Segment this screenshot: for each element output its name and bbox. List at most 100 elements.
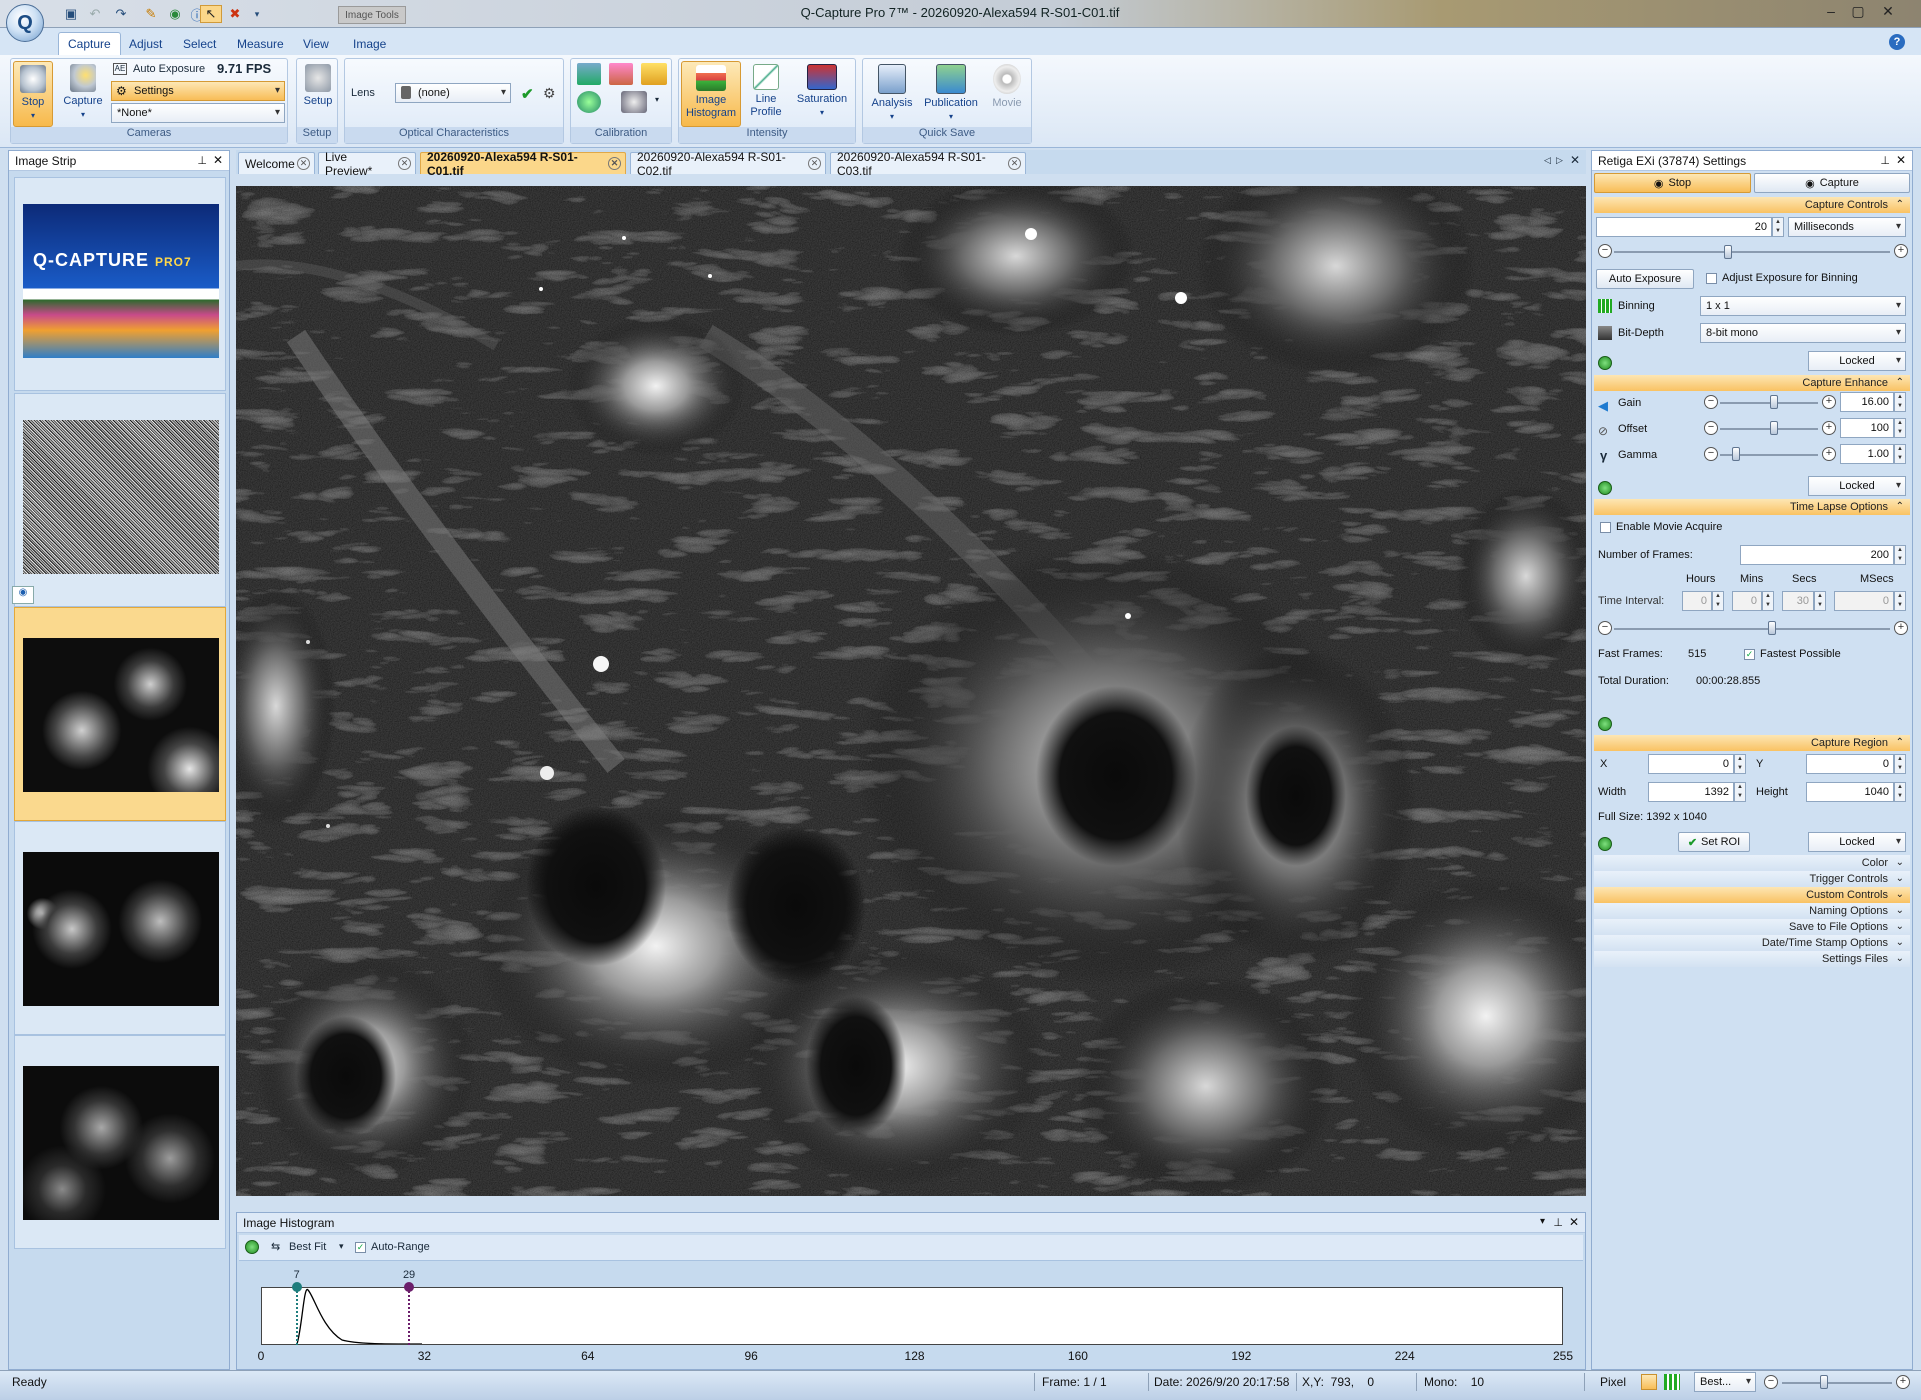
hours-spinner[interactable]: ▲ ▼ <box>1712 591 1724 611</box>
calibration-camera-icon[interactable] <box>621 91 647 113</box>
offset-increase-icon[interactable]: + <box>1822 421 1836 435</box>
hours-input[interactable]: 0 <box>1682 591 1712 611</box>
exposure-slider-track[interactable] <box>1614 251 1890 253</box>
pointer-icon[interactable]: ↖ <box>200 5 222 23</box>
tab-scroll-right-icon[interactable]: ▷ <box>1556 155 1563 166</box>
zoom-in-icon[interactable]: + <box>1896 1375 1910 1389</box>
section-capture-controls[interactable]: Capture Controls ⌃ <box>1594 197 1910 213</box>
save-icon[interactable]: ▣ <box>60 5 82 23</box>
high-marker-line[interactable] <box>408 1287 411 1345</box>
offset-slider-track[interactable] <box>1720 428 1818 430</box>
publication-button[interactable]: Publication ▾ <box>919 64 983 123</box>
section-time-lapse[interactable]: Time Lapse Options ⌃ <box>1594 499 1910 515</box>
exposure-spinner[interactable]: ▲ ▼ <box>1772 217 1784 237</box>
roi-width-spinner[interactable]: ▲ ▼ <box>1734 782 1746 802</box>
setup-button[interactable]: Setup <box>299 64 337 108</box>
thumbnail-live-preview[interactable]: ◉ <box>12 393 226 607</box>
section-trigger-controls[interactable]: Trigger Controls ⌄ <box>1594 871 1910 887</box>
region-locked-dropdown[interactable]: Locked <box>1808 832 1906 852</box>
gamma-input[interactable]: 1.00 <box>1840 444 1894 464</box>
roi-x-input[interactable]: 0 <box>1648 754 1734 774</box>
gamma-increase-icon[interactable]: + <box>1822 447 1836 461</box>
reset-controls-icon[interactable] <box>1598 356 1612 370</box>
customize-toolbar-icon[interactable]: ▾ <box>246 5 268 23</box>
roi-x-spinner[interactable]: ▲ ▼ <box>1734 754 1746 774</box>
image-histogram-button[interactable]: Image Histogram <box>681 61 741 127</box>
reset-region-icon[interactable] <box>1598 837 1612 851</box>
auto-exposure-button[interactable]: Auto Exposure <box>133 63 205 75</box>
lens-dropdown[interactable]: (none) <box>395 83 511 103</box>
doc-tab-c02[interactable]: 20260920-Alexa594 R-S01-C02.tif ✕ <box>630 150 826 178</box>
settings-capture-button[interactable]: ◉ Capture <box>1754 173 1910 193</box>
camera-icon[interactable]: ◉ <box>164 5 186 23</box>
thumbnail-c02[interactable] <box>14 821 226 1035</box>
offset-spinner[interactable]: ▲ ▼ <box>1894 418 1906 438</box>
frames-spinner[interactable]: ▲ ▼ <box>1894 545 1906 565</box>
offset-decrease-icon[interactable]: − <box>1704 421 1718 435</box>
zoom-slider-thumb[interactable] <box>1820 1375 1828 1389</box>
section-settings-files[interactable]: Settings Files ⌄ <box>1594 951 1910 967</box>
pane-menu-icon[interactable]: ▾ <box>1540 1216 1545 1227</box>
movie-button[interactable]: Movie <box>985 64 1029 110</box>
roi-width-input[interactable]: 1392 <box>1648 782 1734 802</box>
tab-adjust[interactable]: Adjust <box>120 32 171 55</box>
section-capture-enhance[interactable]: Capture Enhance ⌃ <box>1594 375 1910 391</box>
controls-locked-dropdown[interactable]: Locked <box>1808 351 1906 371</box>
gain-spinner[interactable]: ▲ ▼ <box>1894 392 1906 412</box>
tab-select[interactable]: Select <box>174 32 225 55</box>
grid-view-icon[interactable] <box>1664 1374 1680 1390</box>
gain-decrease-icon[interactable]: − <box>1704 395 1718 409</box>
tab-close-icon[interactable]: ✕ <box>1008 157 1021 170</box>
reset-time-lapse-icon[interactable] <box>1598 717 1612 731</box>
saturation-button[interactable]: Saturation ▾ <box>791 64 853 119</box>
apply-check-icon[interactable]: ✔ <box>521 85 534 103</box>
fastest-possible-checkbox[interactable]: ✓ <box>1744 649 1755 660</box>
roi-y-input[interactable]: 0 <box>1806 754 1894 774</box>
pin-icon[interactable]: ⊥ <box>1553 1216 1563 1229</box>
section-custom-controls[interactable]: Custom Controls ⌄ <box>1594 887 1910 903</box>
tab-close-icon[interactable]: ✕ <box>398 157 411 170</box>
gain-increase-icon[interactable]: + <box>1822 395 1836 409</box>
thumbnail-splash[interactable]: Q-CAPTURE PRO7 <box>14 177 226 391</box>
reset-enhance-icon[interactable] <box>1598 481 1612 495</box>
histogram-plot[interactable] <box>261 1287 1563 1345</box>
preset-dropdown[interactable]: *None* <box>111 103 285 123</box>
gamma-spinner[interactable]: ▲ ▼ <box>1894 444 1906 464</box>
interval-slider-thumb[interactable] <box>1768 621 1776 635</box>
thumbnail-c03[interactable] <box>14 1035 226 1249</box>
mins-input[interactable]: 0 <box>1732 591 1762 611</box>
section-date-time-stamp[interactable]: Date/Time Stamp Options ⌄ <box>1594 935 1910 951</box>
high-marker-handle[interactable] <box>404 1282 415 1292</box>
exposure-decrease-icon[interactable]: − <box>1598 244 1612 258</box>
tab-measure[interactable]: Measure <box>228 32 293 55</box>
roi-y-spinner[interactable]: ▲ ▼ <box>1894 754 1906 774</box>
section-naming-options[interactable]: Naming Options ⌄ <box>1594 903 1910 919</box>
delete-icon[interactable]: ✖ <box>224 5 246 23</box>
tab-close-icon[interactable]: ✕ <box>808 157 821 170</box>
set-roi-button[interactable]: ✔ Set ROI <box>1678 832 1750 852</box>
tab-view[interactable]: View <box>294 32 338 55</box>
capture-button[interactable]: Capture ▾ <box>61 64 105 121</box>
enable-movie-checkbox[interactable] <box>1600 522 1611 533</box>
section-capture-region[interactable]: Capture Region ⌃ <box>1594 735 1910 751</box>
zoom-mode-dropdown[interactable]: Best... <box>1694 1372 1756 1392</box>
microscopy-image-canvas[interactable] <box>236 186 1586 1196</box>
doc-tab-live-preview[interactable]: Live Preview* ✕ <box>318 150 416 178</box>
bit-depth-dropdown[interactable]: 8-bit mono <box>1700 323 1906 343</box>
low-marker-handle[interactable] <box>291 1282 302 1292</box>
lens-options-icon[interactable]: ⚙ <box>543 85 556 102</box>
analysis-button[interactable]: Analysis ▾ <box>867 64 917 123</box>
tab-scroll-left-icon[interactable]: ◁ <box>1544 155 1551 166</box>
auto-range-checkbox[interactable]: ✓ <box>355 1242 366 1253</box>
calibration-image-icon[interactable] <box>577 63 601 85</box>
tag-icon[interactable]: ✎ <box>140 5 162 23</box>
doc-tab-welcome[interactable]: Welcome ✕ <box>238 152 315 174</box>
exposure-slider-thumb[interactable] <box>1724 245 1732 259</box>
refresh-icon[interactable] <box>245 1240 259 1254</box>
adjust-binning-checkbox[interactable] <box>1706 273 1717 284</box>
maximize-icon[interactable]: ▢ <box>1845 2 1871 20</box>
stop-button[interactable]: Stop ▾ <box>13 61 53 127</box>
minimize-icon[interactable]: – <box>1818 2 1844 20</box>
gamma-slider-thumb[interactable] <box>1732 447 1740 461</box>
calibration-reset-icon[interactable] <box>577 91 601 113</box>
